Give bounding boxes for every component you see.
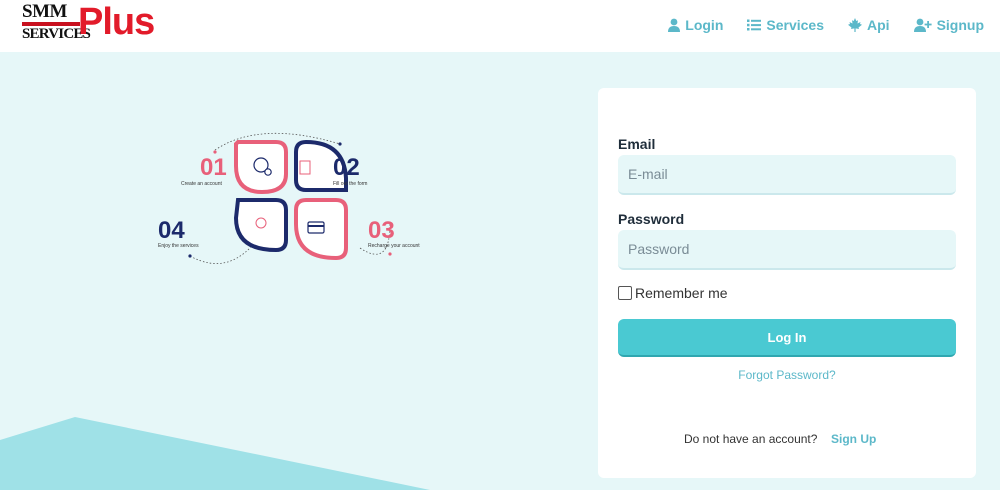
nav-item-signup[interactable]: Signup [913, 14, 984, 36]
forgot-password-link[interactable]: Forgot Password? [598, 368, 976, 382]
login-button[interactable]: Log In [618, 319, 956, 357]
nav-item-label: Services [766, 17, 824, 33]
sign-up-link[interactable]: Sign Up [831, 432, 876, 446]
nav-menu: Login Services Api Signup [644, 14, 984, 36]
email-field[interactable] [618, 155, 956, 195]
nav-item-label: Signup [936, 17, 984, 33]
email-label: Email [618, 136, 656, 152]
step-number: 03 [368, 217, 395, 244]
password-field[interactable] [618, 230, 956, 270]
step-text: Fill out the form [333, 181, 368, 187]
logo-plus-text: Plus [78, 1, 155, 43]
user-plus-icon [913, 18, 932, 32]
logo-smm-text: SMM [22, 1, 67, 22]
step-number: 02 [333, 154, 360, 181]
remember-me-label: Remember me [635, 285, 728, 301]
login-card: Email Password Remember me Log In Forgot… [598, 88, 976, 478]
remember-me-row: Remember me [618, 285, 728, 301]
nav-item-label: Login [685, 17, 724, 33]
list-icon [747, 19, 762, 31]
nav-item-api[interactable]: Api [848, 14, 890, 36]
step-number: 01 [200, 154, 227, 181]
steps-infographic: 01 Create an account 02 Fill out the for… [150, 128, 430, 276]
top-navbar: SMM SERVICES Plus Login Services Api Sig… [0, 0, 1000, 52]
user-icon [668, 18, 681, 32]
password-label: Password [618, 211, 685, 227]
nav-item-label: Api [867, 17, 890, 33]
step-text: Create an account [181, 181, 222, 187]
remember-me-checkbox[interactable] [618, 286, 632, 300]
step-number: 04 [158, 217, 185, 244]
petal-diagram [188, 132, 392, 264]
maple-leaf-icon [848, 18, 862, 32]
no-account-text: Do not have an account? [684, 432, 818, 446]
nav-item-services[interactable]: Services [747, 14, 824, 36]
step-text: Recharge your account [368, 243, 420, 249]
step-text: Enjoy the services [158, 243, 199, 249]
nav-item-login[interactable]: Login [668, 14, 723, 36]
site-logo[interactable]: SMM SERVICES Plus [22, 1, 155, 46]
